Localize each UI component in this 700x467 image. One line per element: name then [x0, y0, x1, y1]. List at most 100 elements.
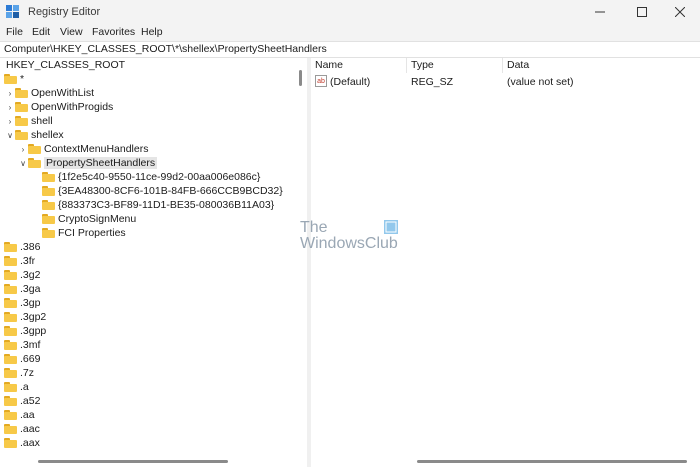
tree-item-label: FCI Properties	[58, 227, 126, 239]
chevron-down-icon[interactable]: ∨	[5, 128, 15, 142]
folder-icon	[42, 200, 55, 210]
value-data: (value not set)	[507, 76, 574, 88]
key-tree-pane[interactable]: HKEY_CLASSES_ROOT * › OpenWithList › Ope…	[0, 58, 307, 467]
value-type: REG_SZ	[411, 76, 454, 88]
tree-item-label: .669	[20, 353, 41, 365]
minimize-button[interactable]	[580, 0, 620, 24]
tree-item-ext[interactable]: .a52	[4, 394, 40, 408]
tree-item-label: .3g2	[20, 269, 41, 281]
tree-item-ext[interactable]: .3ga	[4, 282, 40, 296]
tree-item-label: PropertySheetHandlers	[44, 157, 158, 169]
tree-item-openwithprogids[interactable]: › OpenWithProgids	[5, 100, 114, 114]
maximize-icon	[637, 7, 647, 17]
folder-icon	[4, 396, 17, 406]
tree-item-label: ContextMenuHandlers	[44, 143, 149, 155]
address-bar[interactable]: Computer\HKEY_CLASSES_ROOT\*\shellex\Pro…	[0, 41, 700, 58]
close-button[interactable]	[660, 0, 700, 24]
folder-icon	[4, 340, 17, 350]
tree-item-label: .3gp2	[20, 311, 47, 323]
watermark-line-2: WindowsClub	[300, 235, 398, 252]
menu-file[interactable]: File	[6, 26, 23, 38]
tree-item-ext[interactable]: .aax	[4, 436, 40, 450]
tree-item-label: .a52	[20, 395, 41, 407]
minimize-icon	[595, 11, 605, 13]
watermark-logo-icon	[384, 220, 398, 234]
menu-help[interactable]: Help	[141, 26, 163, 38]
tree-item-cryptosignmenu[interactable]: CryptoSignMenu	[42, 212, 136, 226]
tree-item-label: shellex	[31, 129, 64, 141]
tree-vertical-scrollbar[interactable]	[297, 58, 305, 467]
tree-item-ext[interactable]: .7z	[4, 366, 34, 380]
tree-item-ext[interactable]: .669	[4, 352, 40, 366]
tree-item-label: .aax	[20, 437, 40, 449]
tree-horizontal-scrollbar[interactable]	[0, 457, 297, 465]
chevron-right-icon[interactable]: ›	[5, 86, 15, 100]
tree-horizontal-scroll-thumb[interactable]	[38, 460, 228, 463]
folder-icon	[4, 354, 17, 364]
tree-item-label: .a	[20, 381, 29, 393]
folder-icon	[28, 144, 41, 154]
tree-item-guid-1[interactable]: {1f2e5c40-9550-11ce-99d2-00aa006e086c}	[42, 170, 260, 184]
folder-icon	[4, 382, 17, 392]
menu-view[interactable]: View	[60, 26, 83, 38]
tree-item-shell[interactable]: › shell	[5, 114, 53, 128]
folder-icon	[4, 312, 17, 322]
tree-item-openwithlist[interactable]: › OpenWithList	[5, 86, 94, 100]
tree-item-ext[interactable]: .386	[4, 240, 40, 254]
tree-item-label: OpenWithProgids	[31, 101, 114, 113]
address-path[interactable]: Computer\HKEY_CLASSES_ROOT\*\shellex\Pro…	[4, 43, 327, 55]
folder-icon	[4, 256, 17, 266]
tree-item-ext[interactable]: .3gp	[4, 296, 40, 310]
values-pane[interactable]: Name Type Data ab (Default) REG_SZ (valu…	[311, 58, 700, 467]
tree-item-shellex[interactable]: ∨ shellex	[5, 128, 64, 142]
column-header-data[interactable]: Data	[503, 58, 700, 73]
chevron-right-icon[interactable]: ›	[18, 142, 28, 156]
tree-item-star[interactable]: *	[4, 72, 24, 86]
tree-item-ext[interactable]: .a	[4, 380, 29, 394]
folder-icon	[4, 242, 17, 252]
folder-icon	[4, 284, 17, 294]
folder-icon	[4, 410, 17, 420]
tree-root[interactable]: HKEY_CLASSES_ROOT	[6, 58, 125, 72]
tree-item-ext[interactable]: .3mf	[4, 338, 40, 352]
close-icon	[675, 7, 685, 17]
values-horizontal-scroll-thumb[interactable]	[417, 460, 687, 463]
column-header-name[interactable]: Name	[311, 58, 407, 73]
tree-item-guid-3[interactable]: {883373C3-BF89-11D1-BE35-080036B11A03}	[42, 198, 274, 212]
tree-item-ext[interactable]: .3gpp	[4, 324, 46, 338]
tree-vertical-scroll-thumb[interactable]	[299, 70, 302, 86]
tree-item-label: {883373C3-BF89-11D1-BE35-080036B11A03}	[58, 199, 275, 211]
column-header-type[interactable]: Type	[407, 58, 503, 73]
values-horizontal-scrollbar[interactable]	[311, 457, 700, 465]
tree-item-contextmenuhandlers[interactable]: › ContextMenuHandlers	[18, 142, 149, 156]
tree-item-propertysheethandlers[interactable]: ∨ PropertySheetHandlers	[18, 156, 158, 170]
folder-icon	[15, 102, 28, 112]
folder-icon	[4, 438, 17, 448]
tree-item-guid-2[interactable]: {3EA48300-8CF6-101B-84FB-666CCB9BCD32}	[42, 184, 283, 198]
menu-edit[interactable]: Edit	[32, 26, 50, 38]
tree-item-ext[interactable]: .3fr	[4, 254, 35, 268]
folder-icon	[15, 116, 28, 126]
tree-item-ext[interactable]: .aa	[4, 408, 35, 422]
tree-item-label: .3gpp	[20, 325, 47, 337]
tree-item-label: {3EA48300-8CF6-101B-84FB-666CCB9BCD32}	[58, 185, 283, 197]
folder-icon	[4, 326, 17, 336]
tree-item-label: .aa	[20, 409, 35, 421]
folder-icon	[42, 228, 55, 238]
folder-icon	[4, 270, 17, 280]
menu-favorites[interactable]: Favorites	[92, 26, 135, 38]
folder-icon	[42, 214, 55, 224]
tree-item-ext[interactable]: .aac	[4, 422, 40, 436]
tree-item-label: .3fr	[20, 255, 36, 267]
folder-icon	[4, 298, 17, 308]
tree-item-ext[interactable]: .3g2	[4, 268, 40, 282]
tree-item-ext[interactable]: .3gp2	[4, 310, 46, 324]
tree-item-label: .3ga	[20, 283, 41, 295]
chevron-down-icon[interactable]: ∨	[18, 156, 28, 170]
folder-icon	[4, 368, 17, 378]
chevron-right-icon[interactable]: ›	[5, 114, 15, 128]
maximize-button[interactable]	[622, 0, 662, 24]
chevron-right-icon[interactable]: ›	[5, 100, 15, 114]
tree-item-fci-properties[interactable]: FCI Properties	[42, 226, 126, 240]
folder-icon	[42, 186, 55, 196]
